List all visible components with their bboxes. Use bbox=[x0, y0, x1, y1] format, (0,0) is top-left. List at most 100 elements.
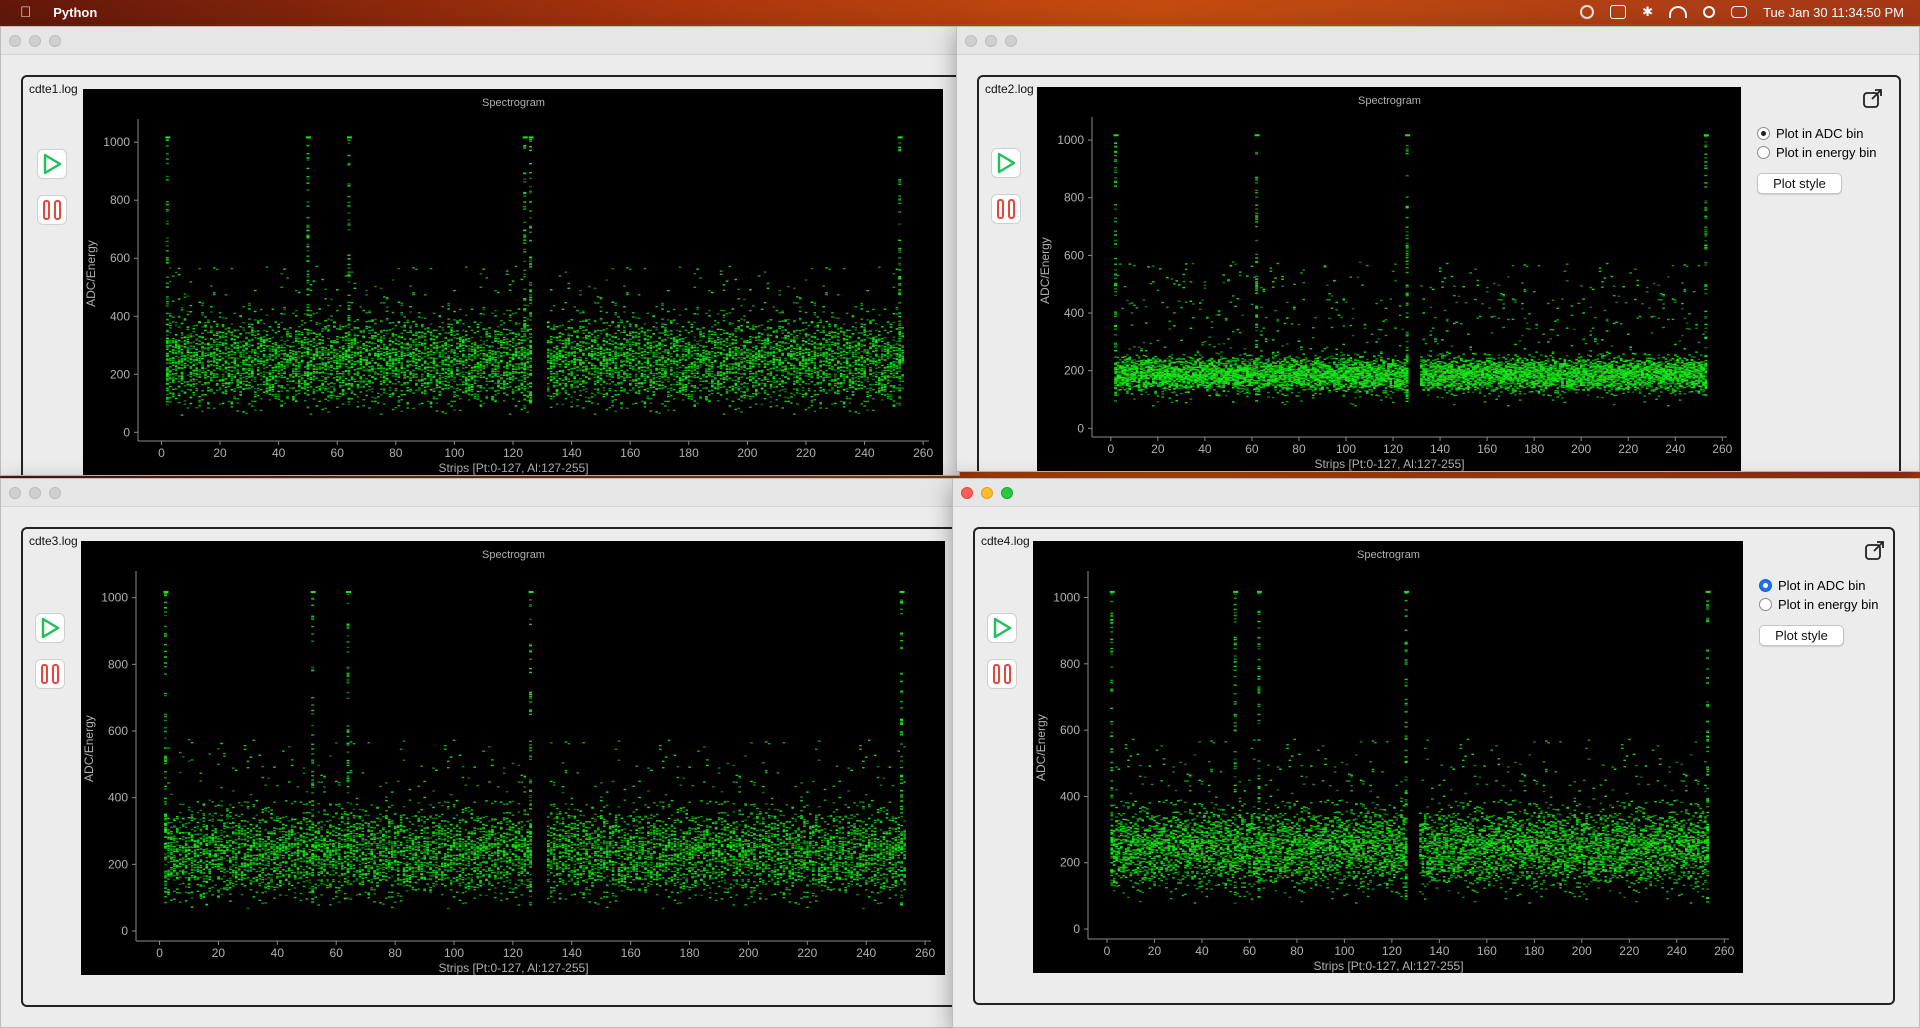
spectrum-point bbox=[406, 347, 409, 349]
spectrum-point bbox=[224, 362, 228, 364]
spectrum-point bbox=[379, 352, 383, 355]
spectrum-point bbox=[608, 383, 612, 385]
spectrum-point bbox=[637, 349, 641, 351]
screen-record-icon[interactable] bbox=[1580, 5, 1595, 19]
spectrum-point bbox=[295, 367, 298, 369]
spectrum-point bbox=[564, 385, 568, 387]
spectrum-point bbox=[511, 377, 515, 379]
spectrum-point bbox=[582, 385, 585, 388]
spectrum-point bbox=[620, 361, 623, 363]
spectrum-point bbox=[426, 363, 430, 365]
spectrum-point bbox=[464, 338, 468, 340]
spectrum-point bbox=[289, 362, 292, 364]
spectrum-point bbox=[210, 355, 213, 358]
spectrum-point bbox=[212, 292, 216, 294]
spectrum-point bbox=[637, 353, 641, 355]
spectrum-point bbox=[479, 366, 483, 369]
spectrum-point bbox=[520, 371, 524, 374]
display-icon[interactable] bbox=[1610, 5, 1627, 19]
spectrum-point bbox=[248, 356, 251, 359]
spectrum-point bbox=[309, 289, 313, 291]
spectrum-point bbox=[201, 336, 204, 339]
spectrum-point bbox=[171, 364, 175, 366]
spectrum-point bbox=[321, 367, 324, 369]
spectrum-point bbox=[327, 353, 330, 355]
spectrum-point bbox=[637, 386, 641, 389]
spectrum-point bbox=[338, 328, 342, 330]
spectrum-point bbox=[245, 387, 248, 390]
spectrogram-plot[interactable]: Spectrogram 0 200 400 600 800 1000 0 20 40 60 80 100… bbox=[83, 89, 943, 475]
spectrum-point bbox=[344, 363, 348, 365]
spectrum-point bbox=[500, 333, 503, 336]
spectrum-point bbox=[374, 377, 377, 380]
spectrum-point bbox=[295, 364, 298, 367]
spectrum-point bbox=[227, 372, 231, 375]
control-center-icon[interactable] bbox=[1731, 6, 1748, 18]
spectrum-point bbox=[239, 353, 242, 355]
spectrum-point bbox=[271, 374, 275, 377]
spectrum-point bbox=[274, 369, 278, 371]
spectrum-point bbox=[505, 364, 509, 366]
spectrum-point bbox=[180, 337, 184, 339]
spectrum-point bbox=[599, 354, 603, 356]
zoom-button[interactable] bbox=[49, 35, 61, 47]
minimize-button[interactable] bbox=[29, 35, 41, 47]
spectrum-point bbox=[177, 360, 181, 362]
spectrum-point bbox=[371, 396, 374, 399]
spectrum-point bbox=[549, 367, 553, 369]
wifi-icon[interactable] bbox=[1669, 6, 1688, 18]
spectrum-point bbox=[429, 366, 433, 368]
spectrum-point bbox=[438, 394, 442, 396]
spectrum-point bbox=[201, 394, 204, 396]
spectrum-point bbox=[549, 328, 553, 330]
spectrum-point bbox=[590, 358, 594, 360]
spectrum-point bbox=[207, 352, 210, 354]
spectrum-point bbox=[552, 360, 556, 362]
spectrum-point bbox=[324, 364, 327, 366]
bluetooth-icon[interactable]: ✱ bbox=[1642, 4, 1653, 20]
app-name[interactable]: Python bbox=[53, 5, 97, 20]
spectrum-point bbox=[336, 367, 339, 369]
spectrum-point bbox=[634, 380, 638, 382]
spectrum-point bbox=[488, 351, 491, 354]
spectrum-point bbox=[611, 340, 614, 342]
close-button[interactable] bbox=[9, 35, 21, 47]
spectrum-point bbox=[517, 332, 521, 334]
spectrum-point bbox=[256, 353, 260, 355]
spectrum-point bbox=[344, 358, 348, 361]
spectrum-point bbox=[497, 351, 500, 353]
spectrum-point bbox=[447, 403, 450, 405]
spectrum-point bbox=[573, 391, 576, 393]
spectrum-point bbox=[517, 346, 521, 349]
spectrum-point bbox=[582, 368, 585, 371]
spectrum-point bbox=[661, 345, 664, 348]
spectrum-point bbox=[573, 376, 576, 378]
spectrum-point bbox=[655, 322, 658, 324]
spectrum-point bbox=[514, 371, 518, 373]
spectrum-point bbox=[476, 363, 480, 365]
spectrum-point bbox=[491, 364, 494, 366]
spectrum-point bbox=[195, 389, 198, 392]
spectrum-point bbox=[485, 384, 489, 386]
start-button[interactable] bbox=[37, 149, 67, 179]
spectrum-point bbox=[259, 409, 263, 412]
spectrum-point bbox=[494, 394, 497, 396]
spectrum-point bbox=[403, 347, 406, 349]
spectrum-point bbox=[327, 376, 330, 378]
spectrum-point bbox=[558, 342, 562, 345]
menu-clock[interactable]: Tue Jan 30 11:34:50 PM bbox=[1763, 5, 1904, 20]
spectrum-point bbox=[289, 387, 292, 389]
spectrum-point bbox=[482, 268, 486, 270]
spectrum-point bbox=[494, 364, 497, 367]
spectrum-point bbox=[207, 383, 210, 385]
spectrum-point bbox=[459, 319, 462, 321]
window-titlebar[interactable] bbox=[1, 27, 959, 55]
stop-button[interactable] bbox=[37, 195, 67, 225]
apple-icon[interactable]:  bbox=[20, 4, 31, 21]
spectrum-point bbox=[561, 369, 565, 372]
spectrum-point bbox=[523, 380, 527, 383]
spectrum-point bbox=[617, 326, 620, 328]
spectrum-point bbox=[350, 354, 354, 356]
spotlight-search-icon[interactable] bbox=[1703, 6, 1716, 18]
spectrum-point bbox=[511, 353, 515, 356]
